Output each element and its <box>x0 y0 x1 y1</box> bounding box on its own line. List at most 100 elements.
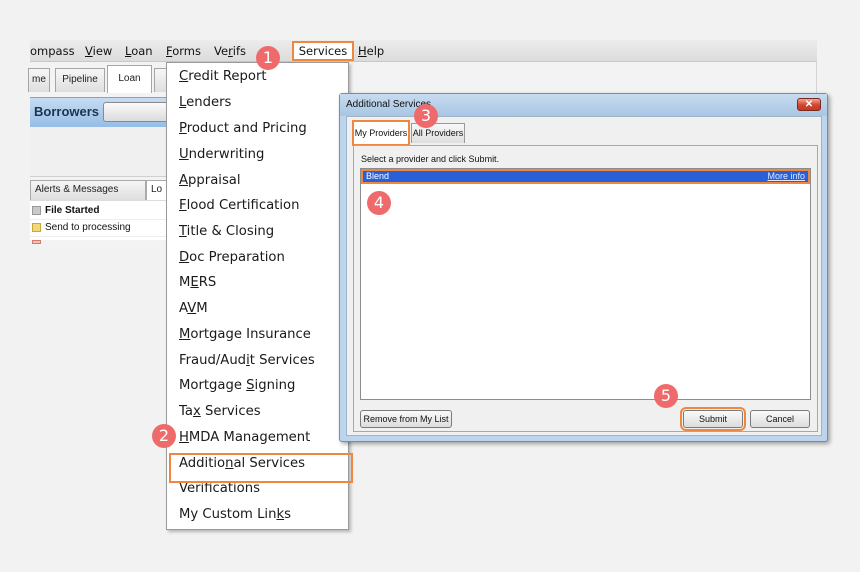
services-dropdown-menu: Credit Report Lenders Product and Pricin… <box>166 62 353 530</box>
menu-item-mers[interactable]: MERS <box>179 275 216 290</box>
menu-view-mnemonic: V <box>85 44 93 58</box>
label-post: redit Report <box>188 69 267 84</box>
step-badge-2: 2 <box>152 424 176 448</box>
alert-label: File Started <box>45 205 100 216</box>
menu-item-credit-report[interactable]: Credit Report <box>179 69 267 84</box>
tab-alerts-messages[interactable]: Alerts & Messages <box>30 180 146 200</box>
additional-services-dialog: Additional Services ✕ My Providers All P… <box>339 93 828 442</box>
cancel-button[interactable]: Cancel <box>750 410 810 428</box>
provider-row-selected[interactable]: Blend More info <box>361 169 810 184</box>
label-post: Services <box>200 404 261 419</box>
menu-item-hmda-management[interactable]: HMDA Management <box>179 430 310 445</box>
borrowers-label: Borrowers <box>34 104 100 119</box>
close-icon[interactable]: ✕ <box>797 98 821 111</box>
label-post: itle & Closing <box>186 224 275 239</box>
menu-compass[interactable]: ompass <box>30 44 75 58</box>
menu-forms[interactable]: Forms <box>166 44 201 58</box>
alert-row[interactable]: File Started <box>30 203 170 220</box>
label-mnemonic: U <box>179 147 189 162</box>
label-pre: Mortgage <box>179 378 247 393</box>
label-pre: My Custom Lin <box>179 507 277 522</box>
tab-my-providers[interactable]: My Providers <box>352 120 410 146</box>
menu-item-product-and-pricing[interactable]: Product and Pricing <box>179 121 307 136</box>
label-mnemonic: P <box>179 121 187 136</box>
label-post: lood Certification <box>186 198 300 213</box>
menu-help-rest: elp <box>366 44 385 58</box>
tab-home[interactable]: me <box>28 68 50 92</box>
additional-services-highlight <box>169 453 353 483</box>
menu-services-rest: ervices <box>306 44 348 58</box>
dialog-body: My Providers All Providers Select a prov… <box>346 116 822 436</box>
menu-help-mnemonic: H <box>358 44 367 58</box>
step-badge-4: 4 <box>367 191 391 215</box>
menu-item-tax-services[interactable]: Tax Services <box>179 404 261 419</box>
menu-item-mortgage-signing[interactable]: Mortgage Signing <box>179 378 295 393</box>
menu-item-mortgage-insurance[interactable]: Mortgage Insurance <box>179 327 311 342</box>
tutorial-screenshot: ompass View Loan Forms Verifs Services H… <box>0 0 860 572</box>
label-pre: Verifications <box>179 481 260 496</box>
menu-item-appraisal[interactable]: Appraisal <box>179 173 241 188</box>
label-mnemonic: A <box>179 173 189 188</box>
label-mnemonic: T <box>179 224 187 239</box>
label-post: igning <box>254 378 296 393</box>
alert-label: Send to processing <box>45 222 131 233</box>
menu-item-lenders[interactable]: Lenders <box>179 95 231 110</box>
step-badge-1: 1 <box>256 46 280 70</box>
menu-services[interactable]: Services <box>292 41 354 61</box>
menu-verifs[interactable]: Verifs <box>214 44 246 58</box>
alert-row[interactable]: Send to processing <box>30 220 170 237</box>
borrowers-selector[interactable] <box>103 102 173 122</box>
menu-help[interactable]: Help <box>358 44 384 58</box>
providers-panel: Select a provider and click Submit. Blen… <box>353 145 818 432</box>
label-pre: Ta <box>179 404 193 419</box>
borrowers-panel <box>30 127 170 177</box>
menu-view[interactable]: View <box>85 44 112 58</box>
label-post: ortgage Insurance <box>190 327 311 342</box>
gray-square-icon <box>32 206 41 215</box>
menu-verifs-pre: Ve <box>214 44 229 58</box>
tab-loan[interactable]: Loan <box>107 65 152 93</box>
submit-button[interactable]: Submit <box>680 407 746 431</box>
yellow-square-icon <box>32 223 41 232</box>
menu-item-avm[interactable]: AVM <box>179 301 208 316</box>
menu-item-verifications[interactable]: Verifications <box>179 481 260 496</box>
label-post: RS <box>198 275 217 290</box>
label-pre: M <box>179 275 191 290</box>
menu-loan[interactable]: Loan <box>125 44 153 58</box>
label-mnemonic: C <box>179 69 189 84</box>
menu-verifs-rest: ifs <box>232 44 247 58</box>
label-post: MDA Management <box>188 430 311 445</box>
label-mnemonic: H <box>179 430 189 445</box>
providers-list: Blend More info <box>360 168 811 400</box>
red-square-icon <box>32 240 41 244</box>
more-info-link[interactable]: More info <box>767 171 805 182</box>
label-post: M <box>196 301 208 316</box>
menu-item-doc-preparation[interactable]: Doc Preparation <box>179 250 285 265</box>
menu-item-title-closing[interactable]: Title & Closing <box>179 224 274 239</box>
alert-list: File Started Send to processing <box>30 200 170 244</box>
label-post: t Services <box>249 353 315 368</box>
step-badge-3: 3 <box>414 104 438 128</box>
dialog-titlebar[interactable]: Additional Services ✕ <box>340 94 827 116</box>
label-post: roduct and Pricing <box>186 121 307 136</box>
menu-loan-rest: oan <box>131 44 153 58</box>
label-post: ppraisal <box>188 173 241 188</box>
label-mnemonic: x <box>192 404 201 419</box>
label-mnemonic: M <box>179 327 191 342</box>
label-pre: A <box>179 301 188 316</box>
label-post: oc Preparation <box>189 250 285 265</box>
menu-item-underwriting[interactable]: Underwriting <box>179 147 264 162</box>
label-mnemonic: D <box>179 250 190 265</box>
menu-item-my-custom-links[interactable]: My Custom Links <box>179 507 291 522</box>
label-mnemonic: F <box>179 198 187 213</box>
menu-forms-rest: orms <box>172 44 201 58</box>
remove-from-my-list-button[interactable]: Remove from My List <box>360 410 452 428</box>
menu-view-rest: iew <box>92 44 113 58</box>
alert-row-partial <box>30 237 170 244</box>
tab-pipeline[interactable]: Pipeline <box>55 68 105 92</box>
menu-services-mnemonic: S <box>298 44 307 58</box>
label-mnemonic: k <box>276 507 285 522</box>
menu-item-flood-certification[interactable]: Flood Certification <box>179 198 299 213</box>
lower-tabs: Alerts & Messages Lo <box>30 178 172 200</box>
menu-item-fraud-audit-services[interactable]: Fraud/Audit Services <box>179 353 315 368</box>
